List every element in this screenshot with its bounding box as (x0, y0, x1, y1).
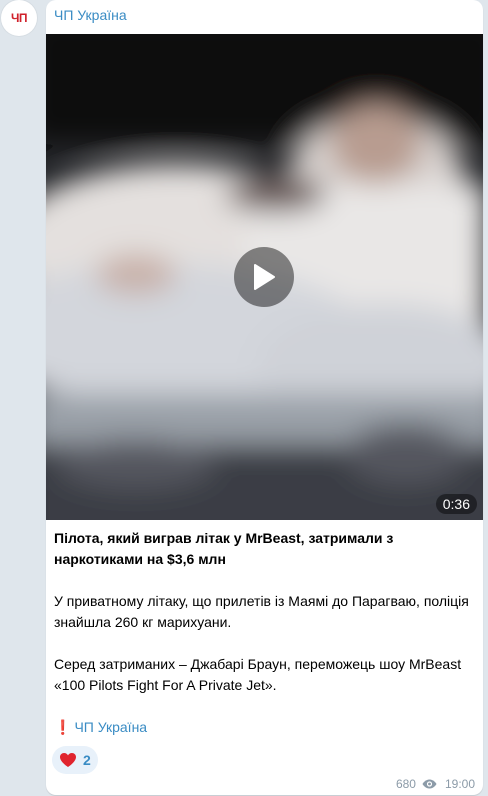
message-bubble: ЧП Україна 0:36 Пілота, який виграв літа… (46, 0, 483, 795)
reaction-count: 2 (83, 752, 91, 768)
message-meta: 680 19:00 (396, 777, 475, 791)
exclamation-icon: ❗ (54, 719, 72, 735)
view-count: 680 (395, 777, 416, 791)
channel-avatar[interactable]: ЧП (1, 0, 37, 36)
reaction-heart[interactable]: 2 (52, 746, 98, 774)
post-signature: ❗ ЧП Україна (54, 717, 476, 738)
post-paragraph: У приватному літаку, що прилетів із Маям… (54, 593, 469, 630)
message-time: 19:00 (444, 777, 475, 791)
play-button[interactable] (234, 247, 294, 307)
play-icon (254, 264, 275, 290)
post-text: Пілота, який виграв літак у MrBeast, зат… (54, 528, 476, 738)
heart-icon (60, 753, 76, 767)
ukraine-flag-icon (154, 722, 169, 733)
video-duration: 0:36 (435, 494, 477, 514)
avatar-label: ЧП (10, 11, 28, 25)
channel-name[interactable]: ЧП Україна (54, 7, 127, 23)
post-title: Пілота, який виграв літак у MrBeast, зат… (54, 530, 394, 567)
video-preview[interactable]: 0:36 (46, 34, 483, 520)
signature-link[interactable]: ЧП Україна (74, 719, 147, 735)
post-paragraph: Серед затриманих – Джабарі Браун, перемо… (54, 656, 462, 693)
eye-icon (422, 779, 437, 789)
